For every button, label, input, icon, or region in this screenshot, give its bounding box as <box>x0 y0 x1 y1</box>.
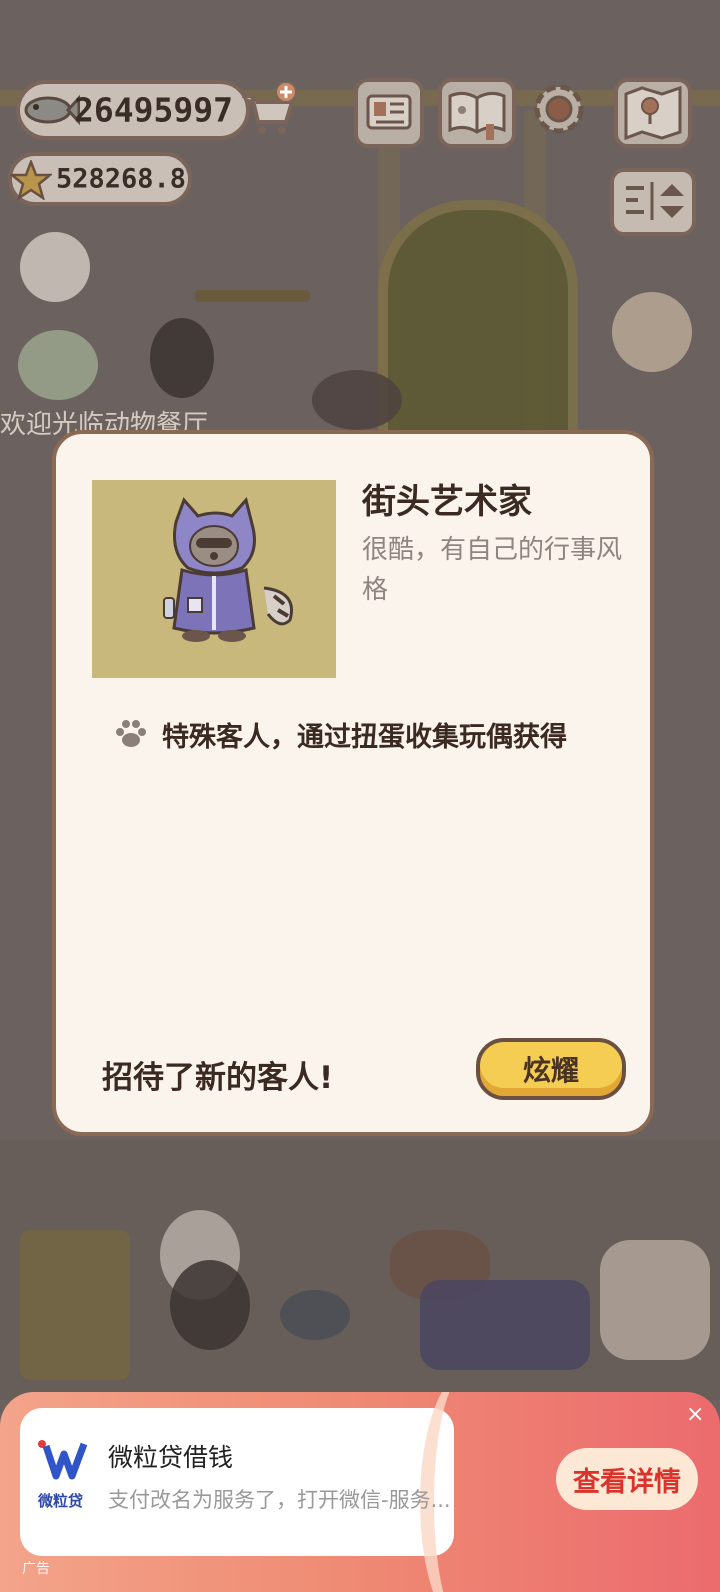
map-icon <box>624 85 682 141</box>
dog-character <box>170 1260 250 1350</box>
arched-door <box>378 200 578 450</box>
acquisition-text: 特殊客人，通过扭蛋收集玩偶获得 <box>162 721 567 753</box>
paw-icon <box>116 720 146 747</box>
fish-icon <box>24 94 80 126</box>
bear-character <box>612 292 692 372</box>
table-cloth <box>420 1280 590 1370</box>
ad-card[interactable] <box>20 1408 454 1556</box>
menu-card-button[interactable] <box>354 78 424 148</box>
new-guest-dialog: 街头艺术家 很酷，有自己的行事风格 特殊客人，通过扭蛋收集玩偶获得 招待了新的客… <box>52 430 654 1136</box>
cat-character <box>20 232 90 302</box>
acquisition-info: 特殊客人，通过扭蛋收集玩偶获得 <box>112 712 567 756</box>
fish-decor <box>280 1290 350 1340</box>
sort-icon <box>626 182 684 220</box>
guest-portrait <box>92 480 336 678</box>
sort-toggle-button[interactable] <box>610 168 696 236</box>
map-button[interactable] <box>614 78 692 148</box>
show-off-button[interactable]: 炫耀 <box>476 1038 626 1100</box>
fish-currency-display[interactable]: 26495997 <box>16 80 250 140</box>
ad-logo-label: 微粒贷 <box>38 1492 84 1510</box>
wall-shelf <box>195 290 310 302</box>
gear-icon <box>534 84 584 134</box>
handbook-button[interactable] <box>438 78 516 148</box>
star-currency-value: 528268.8 <box>56 163 187 195</box>
easel <box>20 1230 130 1380</box>
dog-character <box>312 370 402 430</box>
bread-table <box>600 1240 710 1360</box>
shop-cart-icon[interactable] <box>238 82 300 136</box>
ad-close-icon[interactable]: × <box>686 1402 704 1427</box>
guest-name: 街头艺术家 <box>362 482 532 522</box>
settings-button[interactable] <box>528 78 590 140</box>
ad-title: 微粒贷借钱 <box>108 1443 234 1472</box>
ad-banner[interactable]: 微粒贷 微粒贷借钱 支付改名为服务了，打开微信-服务... 查看详情 × 广告 <box>0 1392 720 1592</box>
raccoon-artist-illustration <box>163 496 293 642</box>
card-icon <box>366 94 412 130</box>
new-guest-message: 招待了新的客人! <box>102 1060 334 1096</box>
cat-character <box>18 330 98 400</box>
ad-tag: 广告 <box>22 1561 50 1577</box>
star-currency-display[interactable]: 528268.8 <box>8 152 192 206</box>
ad-description: 支付改名为服务了，打开微信-服务... <box>108 1488 451 1512</box>
cat-character <box>150 318 214 398</box>
star-icon <box>10 160 52 200</box>
ad-view-details-button[interactable]: 查看详情 <box>556 1448 698 1510</box>
fish-currency-value: 26495997 <box>74 90 233 130</box>
guest-description: 很酷，有自己的行事风格 <box>362 535 623 605</box>
book-icon <box>448 91 506 140</box>
weilidai-logo-icon <box>38 1440 88 1480</box>
